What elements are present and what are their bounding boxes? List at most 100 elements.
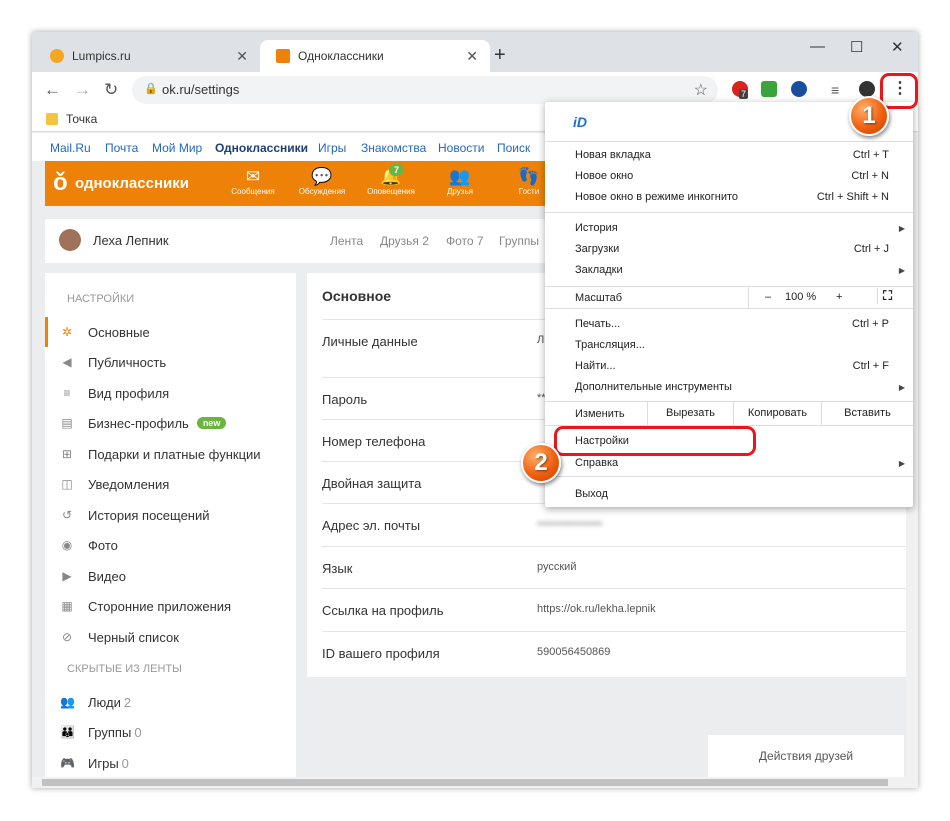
horizontal-scrollbar[interactable] [32,777,906,788]
close-window-icon[interactable]: ✕ [891,38,904,56]
profile-avatar-icon[interactable] [859,81,875,97]
portal-link[interactable]: Игры [318,141,346,155]
hidden-games[interactable]: 🎮 Игры 0 [45,748,296,777]
avatar[interactable] [59,229,81,251]
menu-separator [545,212,913,213]
lock-icon: 🔒 [144,83,158,95]
sidebar-item-apps[interactable]: ▦ Сторонние приложения [45,591,296,621]
settings-row-profile-link[interactable]: Ссылка на профиль https://ok.ru/lekha.lep… [322,588,906,631]
profile-tab[interactable]: Фото 7 [446,234,484,248]
sidebar-item-business[interactable]: ▤ Бизнес-профиль new [45,408,296,438]
menu-history[interactable]: История [575,222,889,234]
vpn-extension-icon[interactable] [791,81,807,97]
menu-help[interactable]: Справка [575,457,889,469]
menu-find[interactable]: Найти... Ctrl + F [575,360,889,372]
menu-more-tools[interactable]: Дополнительные инструменты [575,381,889,393]
history-icon: ↺ [61,508,73,522]
forward-icon[interactable]: → [74,80,91,100]
hidden-people[interactable]: 👥 Люди 2 [45,687,296,717]
portal-link[interactable]: Знакомства [361,141,426,155]
portal-link[interactable]: Новости [438,141,484,155]
blocked-user-icon: ⊘ [61,630,73,644]
sidebar-item-video[interactable]: ▶ Видео [45,561,296,591]
media-list-icon[interactable]: ≡ [831,82,839,98]
menu-cut-button[interactable]: Вырезать [647,401,733,425]
folder-icon [46,113,58,125]
scroll-thumb[interactable] [42,779,888,786]
menu-copy-button[interactable]: Копировать [733,401,821,425]
checkmark-extension-icon[interactable] [761,81,777,97]
new-tab-button[interactable]: + [494,44,506,67]
group-icon: 👪 [60,725,75,739]
menu-cast[interactable]: Трансляция... [575,339,889,351]
gift-icon: ⊞ [61,447,73,461]
menu-exit[interactable]: Выход [575,488,889,500]
portal-link[interactable]: Поиск [497,141,530,155]
id-logo-icon: iD [573,114,587,130]
sidebar-item-blacklist[interactable]: ⊘ Черный список [45,622,296,652]
reload-icon[interactable]: ↻ [104,80,118,100]
sidebar-item-photo[interactable]: ◉ Фото [45,530,296,560]
opera-extension-icon[interactable]: 7 [732,81,749,99]
settings-row-language[interactable]: Язык русский [322,546,906,588]
envelope-icon: ✉ [245,167,261,186]
sidebar-item-gifts[interactable]: ⊞ Подарки и платные функции [45,439,296,469]
portal-link[interactable]: Одноклассники [215,141,308,155]
nav-messages[interactable]: ✉ Сообщения [223,167,283,196]
blurred-email: ••••••••••••••••• [537,518,603,530]
tab-title: Одноклассники [298,49,384,63]
bell-icon: ◫ [61,477,73,491]
portal-link[interactable]: Мой Мир [152,141,202,155]
menu-incognito[interactable]: Новое окно в режиме инкогнито Ctrl + Shif… [575,191,889,203]
gamepad-icon: 🎮 [60,756,75,770]
menu-print[interactable]: Печать... Ctrl + P [575,318,889,330]
menu-downloads[interactable]: Загрузки Ctrl + J [575,243,889,255]
minimize-icon[interactable]: — [810,38,825,55]
tab-lumpics[interactable]: Lumpics.ru ✕ [34,40,260,72]
sidebar-item-publicity[interactable]: ◀ Публичность [45,347,296,377]
profile-tab[interactable]: Группы [499,234,539,248]
menu-paste-button[interactable]: Вставить [821,401,913,425]
sidebar-item-history[interactable]: ↺ История посещений [45,500,296,530]
camera-icon: ◉ [61,538,73,552]
fullscreen-icon[interactable]: ⛶ [877,288,897,304]
menu-bookmarks[interactable]: Закладки [575,264,889,276]
close-tab-icon[interactable]: ✕ [236,48,248,65]
settings-title: Основное [322,288,392,304]
portal-link[interactable]: Mail.Ru [50,141,91,155]
nav-friends[interactable]: 👥 Друзья [430,167,490,196]
chat-icon: 💬 [311,167,333,186]
back-icon[interactable]: ← [44,80,61,100]
settings-row-email[interactable]: Адрес эл. почты ••••••••••••••••• [322,503,906,546]
ok-logo-icon[interactable]: ǒ [53,169,68,197]
zoom-in-button[interactable]: + [836,291,842,303]
menu-new-window[interactable]: Новое окно Ctrl + N [575,170,889,182]
sidebar-item-basic[interactable]: ✲ Основные [45,317,296,347]
ok-logo-text[interactable]: одноклассники [75,175,189,192]
hidden-feed-header: СКРЫТЫЕ ИЗ ЛЕНТЫ [67,663,182,675]
settings-row-profile-id[interactable]: ID вашего профиля 590056450869 [322,631,906,675]
bookmark-star-icon[interactable]: ☆ [694,80,708,100]
sidebar-item-profile-view[interactable]: ≡ Вид профиля [45,378,296,408]
portal-link[interactable]: Почта [105,141,138,155]
friends-actions-panel[interactable]: Действия друзей [708,735,904,777]
bookmark-tochka[interactable]: Точка [66,112,97,126]
hidden-groups[interactable]: 👪 Группы 0 [45,717,296,747]
people-icon: 👥 [449,167,471,186]
megaphone-icon: ◀ [62,355,72,369]
sidebar-header: НАСТРОЙКИ [67,293,135,305]
tab-odnoklassniki[interactable]: Одноклассники ✕ [260,40,490,72]
profile-tab[interactable]: Друзья 2 [380,234,429,248]
menu-new-tab[interactable]: Новая вкладка Ctrl + T [575,149,889,161]
profile-tab[interactable]: Лента [330,234,363,248]
zoom-out-button[interactable]: – [765,291,771,303]
zoom-level: 100 % [785,291,817,303]
new-badge: new [196,417,227,429]
profile-name[interactable]: Леха Лепник [93,233,169,248]
close-tab-icon[interactable]: ✕ [466,48,478,65]
maximize-icon[interactable]: ☐ [850,38,863,56]
sidebar-item-notifications[interactable]: ◫ Уведомления [45,469,296,499]
nav-discussions[interactable]: 💬 Обсуждения [292,167,352,196]
highlight-settings-item [554,426,756,456]
address-bar[interactable]: 🔒 ok.ru/settings ☆ [132,76,718,104]
